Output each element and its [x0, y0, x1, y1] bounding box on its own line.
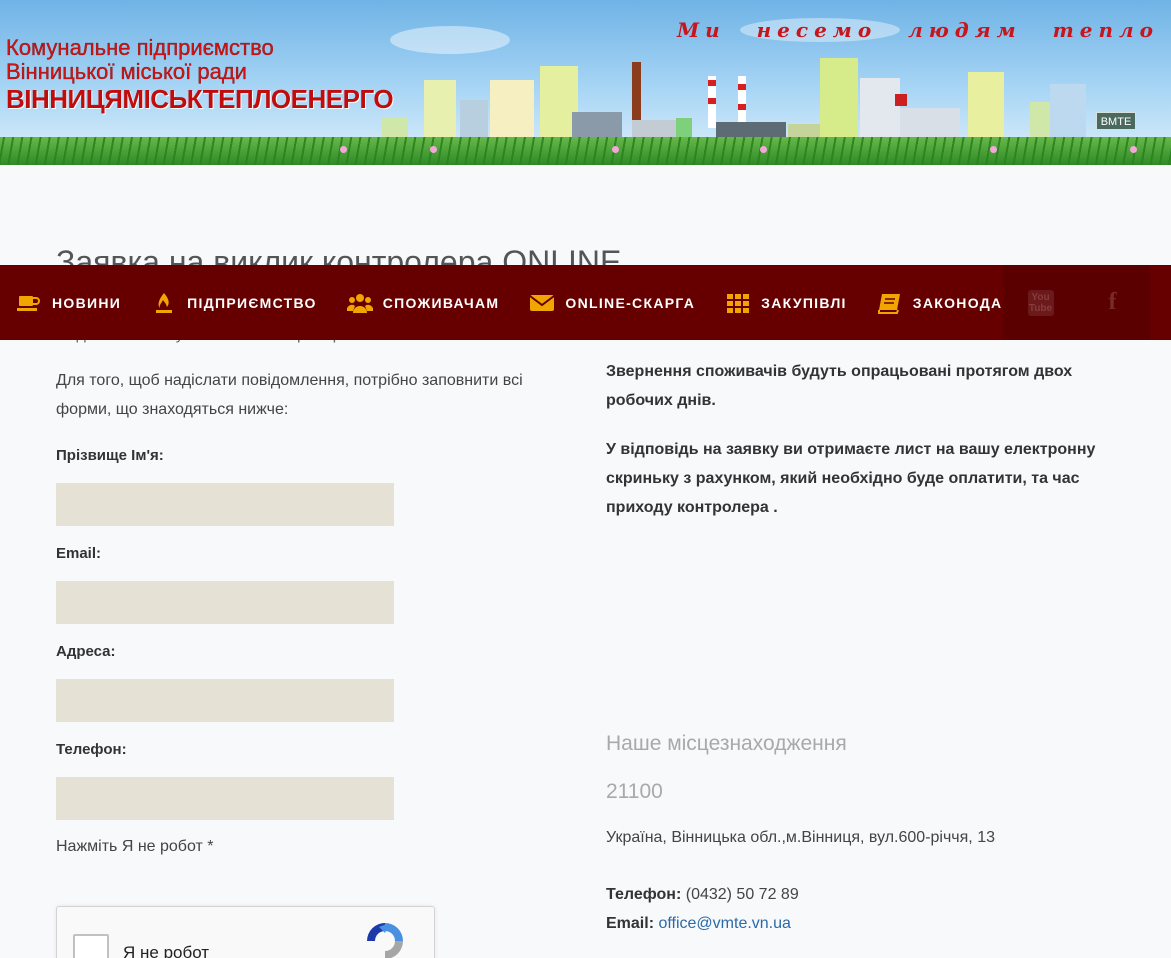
zip-code: 21100	[606, 780, 663, 803]
nav-label: Online-скарга	[565, 294, 696, 311]
facebook-icon: f	[1108, 289, 1117, 315]
address-input[interactable]	[56, 679, 394, 722]
company-logo[interactable]: Комунальне підприємство Вінницької міськ…	[6, 35, 394, 114]
nav-item-consumers[interactable]: Споживачам	[346, 292, 500, 314]
recaptcha-widget: Я не робот	[56, 906, 435, 958]
form-intro: Для того, щоб надіслати повідомлення, по…	[56, 372, 523, 418]
nav-label: Споживачам	[382, 294, 500, 311]
coffee-icon	[17, 295, 40, 311]
email-link[interactable]: office@vmte.vn.ua	[658, 915, 790, 932]
nav-item-online-complaint[interactable]: Online-скарга	[529, 292, 695, 314]
header-banner: Комунальне підприємство Вінницької міськ…	[0, 0, 1171, 165]
nav-item-news[interactable]: Новини	[16, 292, 121, 314]
phone-label-text: Телефон:	[606, 886, 682, 903]
envelope-icon	[529, 294, 556, 311]
nav-item-enterprise[interactable]: Підприємство	[151, 292, 317, 314]
flower-decoration	[340, 146, 347, 153]
users-icon	[346, 293, 373, 313]
captcha-label: Нажміть Я не робот *	[56, 838, 214, 855]
header-slogan: Ми несемо людям тепло	[676, 18, 1159, 42]
nav-label: Закупівлі	[761, 294, 847, 311]
nav-label: Новини	[52, 294, 122, 311]
recaptcha-checkbox[interactable]	[73, 934, 109, 958]
logo-line-3: ВІННИЦЯМІСЬКТЕПЛОЕНЕРГО	[6, 84, 394, 114]
name-label: Прізвище Ім'я:	[56, 447, 164, 464]
flower-decoration	[612, 146, 619, 153]
phone-number: (0432) 50 72 89	[685, 886, 799, 903]
address-label: Адреса:	[56, 643, 116, 660]
email-line: Email: office@vmte.vn.ua	[606, 915, 791, 933]
phone-label: Телефон:	[56, 741, 127, 758]
main-nav: Новини Підприємство Споживачам Online-ск…	[0, 265, 1171, 340]
email-label-text: Email:	[606, 915, 655, 932]
grid-icon	[727, 293, 750, 313]
nav-item-procurement[interactable]: Закупівлі	[725, 292, 847, 314]
phone-input[interactable]	[56, 777, 394, 820]
flower-decoration	[760, 146, 767, 153]
logo-line-2: Вінницької міської ради	[6, 59, 247, 84]
youtube-link[interactable]: You Tube	[1003, 265, 1078, 340]
logo-line-1: Комунальне підприємство	[6, 35, 274, 60]
name-input[interactable]	[56, 483, 394, 526]
flower-decoration	[990, 146, 997, 153]
youtube-icon: You Tube	[1027, 289, 1054, 316]
vmte-sign: ВМТЕ	[1096, 112, 1136, 130]
flower-decoration	[430, 146, 437, 153]
location-title: Наше місцезнаходження	[606, 732, 847, 755]
email-input[interactable]	[56, 581, 394, 624]
email-label: Email:	[56, 545, 102, 562]
nav-label: Підприємство	[187, 294, 317, 311]
facebook-link[interactable]: f	[1075, 265, 1150, 340]
response-note: У відповідь на заявку ви отримаєте лист …	[606, 441, 1096, 516]
processing-note: Звернення споживачів будуть опрацьовані …	[606, 363, 1073, 409]
address-text: Україна, Вінницька обл.,м.Вінниця, вул.6…	[606, 829, 995, 846]
book-icon	[877, 293, 900, 314]
recaptcha-logo-icon	[367, 923, 403, 958]
recaptcha-label: Я не робот	[123, 943, 210, 958]
fire-icon	[156, 292, 173, 313]
flower-decoration	[1130, 146, 1137, 153]
phone-line: Телефон: (0432) 50 72 89	[606, 886, 799, 904]
